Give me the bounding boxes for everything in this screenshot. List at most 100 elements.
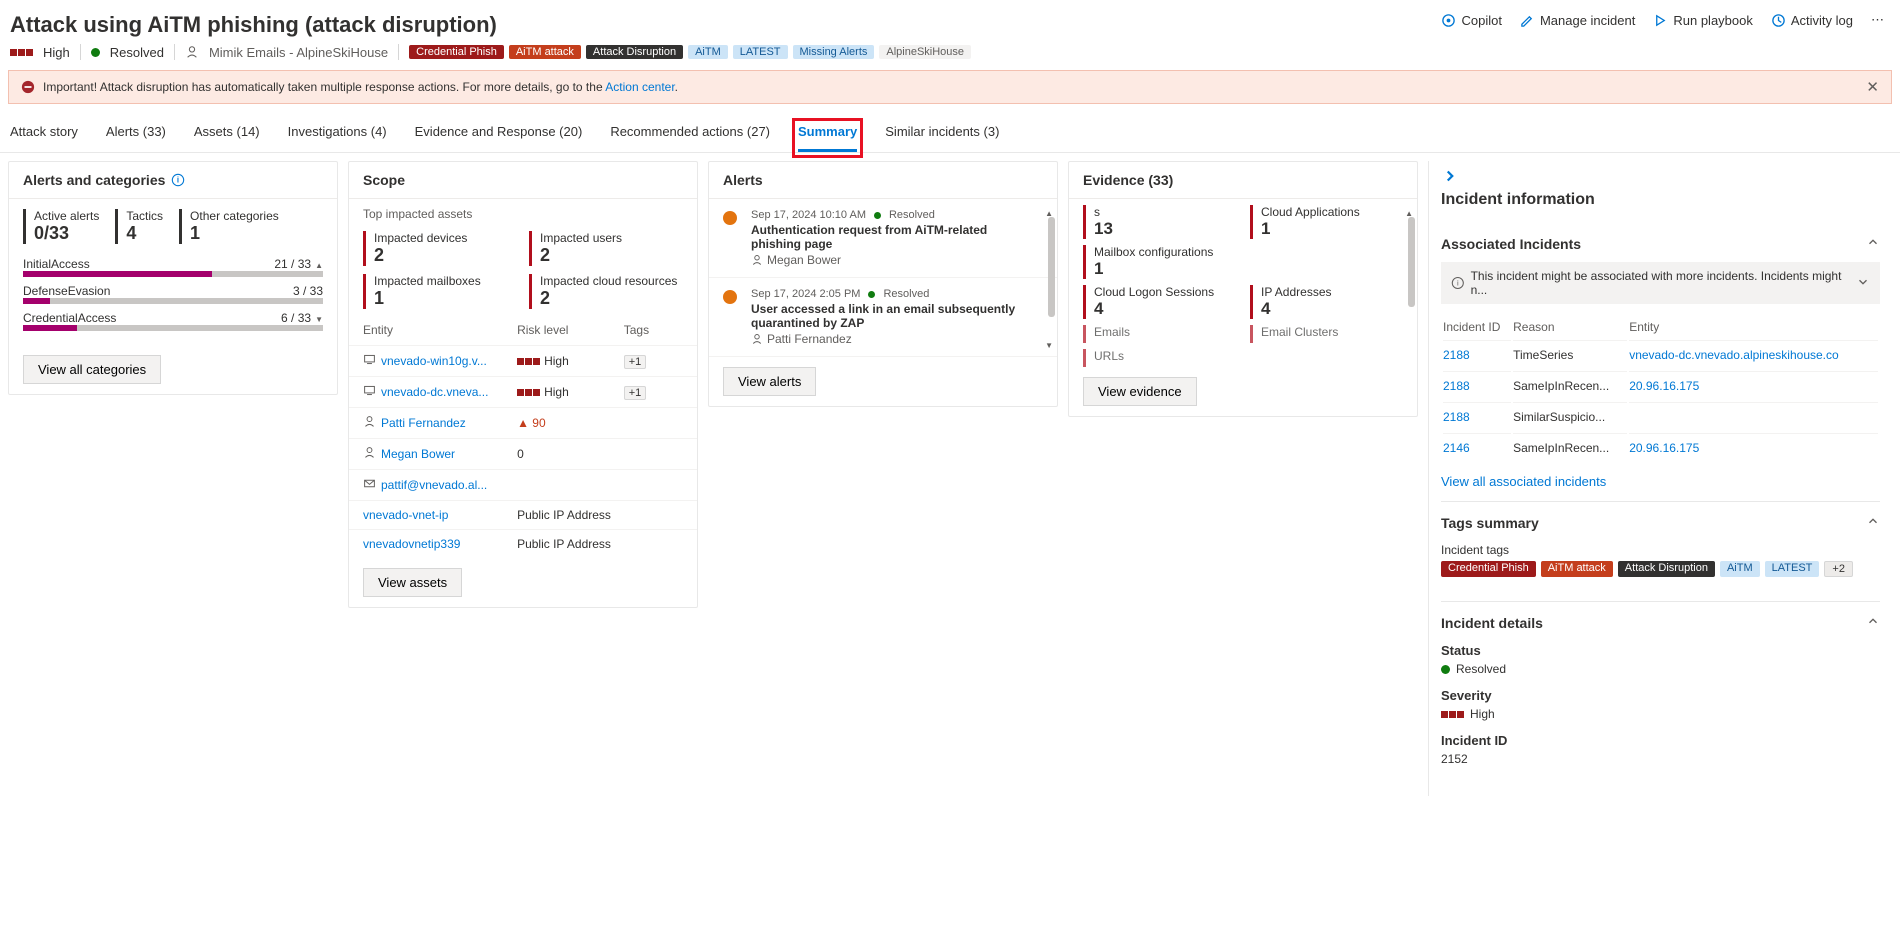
assoc-row[interactable]: 2188SimilarSuspicio... — [1443, 402, 1878, 431]
view-alerts-button[interactable]: View alerts — [723, 367, 816, 396]
user-icon — [363, 415, 376, 431]
collapse-icon[interactable] — [1441, 167, 1459, 185]
tag[interactable]: AiTM attack — [509, 45, 581, 59]
assoc-row[interactable]: 2146SameIpInRecen...20.96.16.175 — [1443, 433, 1878, 462]
tag[interactable]: AlpineSkiHouse — [879, 45, 971, 59]
associated-incidents-header[interactable]: Associated Incidents — [1441, 235, 1880, 252]
tab-recommended[interactable]: Recommended actions (27) — [610, 124, 770, 152]
evidence-kpi: Email Clusters — [1250, 325, 1403, 343]
entity-link: Megan Bower — [381, 447, 455, 461]
tag[interactable]: AiTM — [688, 45, 728, 59]
assoc-row[interactable]: 2188SameIpInRecen...20.96.16.175 — [1443, 371, 1878, 400]
tab-attack-story[interactable]: Attack story — [10, 124, 78, 152]
user-icon — [185, 45, 199, 60]
category-bar — [23, 325, 323, 331]
view-assets-button[interactable]: View assets — [363, 568, 462, 597]
tag[interactable]: AiTM attack — [1541, 561, 1613, 577]
entity-link: pattif@vnevado.al... — [381, 478, 487, 492]
tags-summary-header[interactable]: Tags summary — [1441, 514, 1880, 531]
device-icon — [363, 384, 376, 400]
tag[interactable]: LATEST — [733, 45, 788, 59]
tag[interactable]: Missing Alerts — [793, 45, 875, 59]
evidence-kpi: IP Addresses4 — [1250, 285, 1403, 319]
action-center-link[interactable]: Action center — [605, 80, 674, 94]
tab-investigations[interactable]: Investigations (4) — [288, 124, 387, 152]
entity-link: vnevado-win10g.v... — [381, 354, 487, 368]
entity-row[interactable]: Megan Bower0 — [349, 438, 697, 469]
tag[interactable]: AiTM — [1720, 561, 1760, 577]
view-associated-link[interactable]: View all associated incidents — [1441, 464, 1880, 489]
scrollbar-thumb[interactable] — [1048, 217, 1055, 317]
tab-similar[interactable]: Similar incidents (3) — [885, 124, 999, 152]
close-icon[interactable]: ✕ — [1866, 78, 1879, 96]
card-title: Evidence (33) — [1069, 162, 1417, 199]
copilot-button[interactable]: Copilot — [1441, 13, 1501, 28]
risk-level: Public IP Address — [517, 537, 624, 551]
category-bar — [23, 298, 323, 304]
view-evidence-button[interactable]: View evidence — [1083, 377, 1197, 406]
incident-id-link: 2146 — [1443, 441, 1470, 455]
entity-link: 20.96.16.175 — [1629, 379, 1699, 393]
entity-row[interactable]: vnevadovnetip339Public IP Address — [349, 529, 697, 558]
category-name: DefenseEvasion — [23, 284, 110, 298]
tag-count[interactable]: +1 — [624, 355, 647, 369]
status-icon — [1441, 665, 1450, 674]
scrollbar-thumb[interactable] — [1408, 217, 1415, 307]
tag[interactable]: Credential Phish — [409, 45, 504, 59]
view-categories-button[interactable]: View all categories — [23, 355, 161, 384]
tab-assets[interactable]: Assets (14) — [194, 124, 260, 152]
incident-id-link: 2188 — [1443, 410, 1470, 424]
activity-log-button[interactable]: Activity log — [1771, 13, 1853, 28]
header-actions: Copilot Manage incident Run playbook Act… — [1441, 12, 1884, 28]
risk-level: ▲ 90 — [517, 416, 624, 430]
scope-kpi: Impacted mailboxes1 — [363, 274, 517, 309]
scroll-down-icon[interactable] — [1045, 337, 1053, 351]
tag-more[interactable]: +2 — [1824, 561, 1853, 577]
evidence-kpi: Cloud Applications1 — [1250, 205, 1403, 239]
category-count: 3 / 33 — [293, 284, 323, 298]
owner-label: Mimik Emails - AlpineSkiHouse — [209, 45, 388, 60]
entity-row[interactable]: vnevado-vnet-ipPublic IP Address — [349, 500, 697, 529]
card-title: Alerts — [709, 162, 1057, 199]
entity-row[interactable]: vnevado-win10g.v... High+1 — [349, 345, 697, 376]
entity-link: vnevado-dc.vneva... — [381, 385, 488, 399]
severity-label: High — [43, 45, 70, 60]
info-icon[interactable]: i — [171, 173, 185, 187]
manage-incident-button[interactable]: Manage incident — [1520, 13, 1635, 28]
incident-id-link: 2188 — [1443, 348, 1470, 362]
risk-level: Public IP Address — [517, 508, 624, 522]
tab-evidence-response[interactable]: Evidence and Response (20) — [415, 124, 583, 152]
entity-row[interactable]: pattif@vnevado.al... — [349, 469, 697, 500]
more-button[interactable]: ⋯ — [1871, 12, 1884, 28]
alert-item[interactable]: Sep 17, 2024 2:05 PMResolvedUser accesse… — [709, 278, 1057, 357]
page-header: Attack using AiTM phishing (attack disru… — [0, 0, 1900, 38]
entity-row[interactable]: vnevado-dc.vneva... High+1 — [349, 376, 697, 407]
run-playbook-button[interactable]: Run playbook — [1653, 13, 1753, 28]
tab-bar: Attack story Alerts (33) Assets (14) Inv… — [0, 104, 1900, 153]
risk-level: High — [517, 385, 624, 399]
tag[interactable]: Credential Phish — [1441, 561, 1536, 577]
tag[interactable]: LATEST — [1765, 561, 1820, 577]
info-icon: i — [1451, 276, 1465, 290]
tab-alerts[interactable]: Alerts (33) — [106, 124, 166, 152]
disruption-banner: Important! Attack disruption has automat… — [8, 70, 1892, 104]
alert-severity-icon — [723, 290, 737, 304]
chevron-down-icon[interactable] — [1856, 275, 1870, 292]
incident-details-header[interactable]: Incident details — [1441, 614, 1880, 631]
tag[interactable]: Attack Disruption — [586, 45, 683, 59]
entity-row[interactable]: Patti Fernandez ▲ 90 — [349, 407, 697, 438]
tag[interactable]: Attack Disruption — [1618, 561, 1715, 577]
alert-item[interactable]: Sep 17, 2024 10:10 AMResolvedAuthenticat… — [709, 199, 1057, 278]
evidence-kpi: s13 — [1083, 205, 1236, 239]
tag-count[interactable]: +1 — [624, 386, 647, 400]
assoc-row[interactable]: 2188TimeSeriesvnevado-dc.vnevado.alpines… — [1443, 340, 1878, 369]
alerts-card: Alerts Sep 17, 2024 10:10 AMResolvedAuth… — [708, 161, 1058, 407]
entity-link: Patti Fernandez — [381, 416, 466, 430]
severity-icon — [10, 49, 33, 56]
alerts-categories-card: Alerts and categoriesi Active alerts0/33… — [8, 161, 338, 395]
tab-summary[interactable]: Summary — [798, 124, 857, 152]
risk-level: High — [517, 354, 624, 368]
category-bar — [23, 271, 323, 277]
device-icon — [363, 353, 376, 369]
page-title: Attack using AiTM phishing (attack disru… — [10, 12, 497, 38]
